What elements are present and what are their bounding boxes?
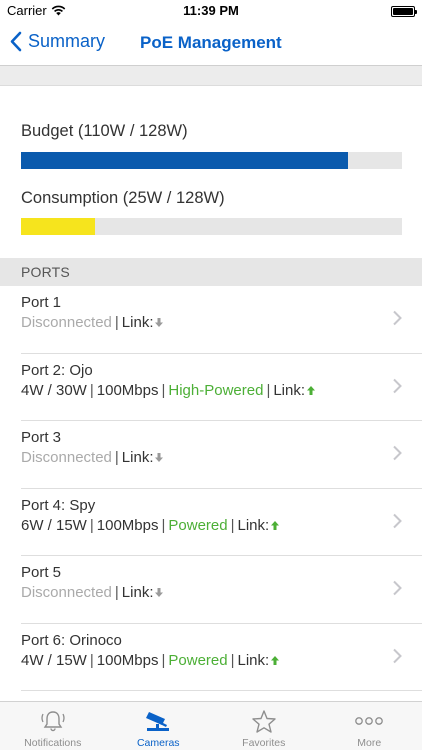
tab-notifications[interactable]: Notifications bbox=[0, 702, 106, 750]
ports-section-header: PORTS bbox=[0, 258, 422, 286]
status-bar: Carrier 11:39 PM bbox=[0, 0, 422, 22]
link-down-icon bbox=[155, 453, 164, 462]
port-row-4[interactable]: Port 4: Spy 6W / 15W | 100Mbps | Powered… bbox=[0, 489, 422, 557]
separator: | bbox=[89, 381, 94, 399]
link-down-icon bbox=[155, 318, 164, 327]
link-up-icon bbox=[271, 655, 280, 665]
back-button[interactable]: Summary bbox=[10, 31, 105, 52]
port-list: Port 1 Disconnected | Link: Port 2: Ojo … bbox=[0, 286, 422, 691]
port-title: Port 6: Orinoco bbox=[21, 631, 122, 649]
tab-label: More bbox=[357, 737, 382, 749]
separator: | bbox=[161, 381, 166, 399]
poe-management-screen: Carrier 11:39 PM Summary PoE Management … bbox=[0, 0, 422, 750]
consumption-bar-fill bbox=[21, 218, 96, 235]
chevron-right-icon bbox=[393, 580, 402, 596]
camera-icon bbox=[146, 712, 170, 731]
page-title: PoE Management bbox=[140, 33, 282, 52]
link-up-icon bbox=[271, 520, 280, 530]
separator: | bbox=[89, 651, 94, 669]
port-usage: 4W / 15W bbox=[21, 651, 87, 669]
port-detail: Disconnected | Link: bbox=[21, 314, 164, 331]
port-power-status: Powered bbox=[168, 651, 228, 669]
separator: | bbox=[114, 314, 119, 331]
link-label: Link: bbox=[121, 584, 154, 601]
consumption-bar bbox=[21, 218, 402, 235]
separator: | bbox=[230, 516, 235, 534]
port-row-2[interactable]: Port 2: Ojo 4W / 30W | 100Mbps | High-Po… bbox=[0, 354, 422, 422]
link-label: Link: bbox=[237, 651, 270, 669]
separator: | bbox=[89, 516, 94, 534]
separator: | bbox=[114, 449, 119, 466]
link-up-icon bbox=[307, 385, 316, 395]
port-title: Port 2: Ojo bbox=[21, 361, 93, 379]
budget-bar-fill bbox=[21, 152, 349, 169]
port-title: Port 3 bbox=[21, 429, 62, 446]
port-speed: 100Mbps bbox=[96, 651, 159, 669]
separator: | bbox=[266, 381, 271, 399]
ports-header-label: PORTS bbox=[21, 264, 70, 280]
battery-icon bbox=[391, 6, 417, 17]
consumption-label: Consumption (25W / 128W) bbox=[21, 189, 225, 207]
port-usage: 6W / 15W bbox=[21, 516, 87, 534]
star-icon bbox=[252, 709, 276, 733]
tab-favorites[interactable]: Favorites bbox=[211, 702, 317, 750]
link-label: Link: bbox=[121, 314, 154, 331]
port-title: Port 5 bbox=[21, 564, 62, 581]
link-label: Link: bbox=[121, 449, 154, 466]
port-detail: 6W / 15W | 100Mbps | Powered | Link: bbox=[21, 516, 280, 534]
port-row-1[interactable]: Port 1 Disconnected | Link: bbox=[0, 286, 422, 354]
port-detail: Disconnected | Link: bbox=[21, 584, 164, 601]
port-status: Disconnected bbox=[21, 449, 112, 466]
chevron-left-icon bbox=[10, 31, 22, 52]
chevron-right-icon bbox=[393, 445, 402, 461]
section-spacer bbox=[0, 66, 422, 86]
port-power-status: Powered bbox=[168, 516, 228, 534]
tab-more[interactable]: More bbox=[317, 702, 422, 750]
status-time: 11:39 PM bbox=[183, 3, 239, 18]
tab-label: Cameras bbox=[136, 737, 180, 749]
port-speed: 100Mbps bbox=[96, 516, 159, 534]
tab-label: Notifications bbox=[24, 737, 82, 749]
port-row-3[interactable]: Port 3 Disconnected | Link: bbox=[0, 421, 422, 489]
link-label: Link: bbox=[273, 381, 306, 399]
more-icon bbox=[355, 717, 384, 725]
chevron-right-icon bbox=[393, 310, 402, 326]
chevron-right-icon bbox=[393, 648, 402, 663]
port-status: Disconnected bbox=[21, 584, 112, 601]
port-row-5[interactable]: Port 5 Disconnected | Link: bbox=[0, 556, 422, 624]
port-title: Port 1 bbox=[21, 294, 62, 311]
tab-label: Favorites bbox=[242, 737, 286, 749]
port-row-6[interactable]: Port 6: Orinoco 4W / 15W | 100Mbps | Pow… bbox=[0, 624, 422, 692]
bell-icon bbox=[41, 711, 65, 732]
budget-label: Budget (110W / 128W) bbox=[21, 122, 188, 140]
port-detail: 4W / 15W | 100Mbps | Powered | Link: bbox=[21, 651, 280, 669]
port-title: Port 4: Spy bbox=[21, 496, 96, 514]
link-down-icon bbox=[155, 588, 164, 597]
port-status: Disconnected bbox=[21, 314, 112, 331]
separator: | bbox=[161, 651, 166, 669]
tab-bar: Notifications Cameras Favorites More bbox=[0, 701, 422, 750]
port-detail: 4W / 30W | 100Mbps | High-Powered | Link… bbox=[21, 381, 316, 399]
tab-cameras[interactable]: Cameras bbox=[106, 702, 212, 750]
separator: | bbox=[114, 584, 119, 601]
back-label: Summary bbox=[28, 31, 106, 51]
port-detail: Disconnected | Link: bbox=[21, 449, 164, 466]
separator: | bbox=[230, 651, 235, 669]
budget-bar bbox=[21, 152, 402, 169]
navigation-bar: Summary PoE Management bbox=[0, 22, 422, 66]
separator: | bbox=[161, 516, 166, 534]
port-power-status: High-Powered bbox=[168, 381, 264, 399]
chevron-right-icon bbox=[393, 378, 402, 393]
link-label: Link: bbox=[237, 516, 270, 534]
port-speed: 100Mbps bbox=[96, 381, 159, 399]
chevron-right-icon bbox=[393, 513, 402, 528]
port-usage: 4W / 30W bbox=[21, 381, 87, 399]
